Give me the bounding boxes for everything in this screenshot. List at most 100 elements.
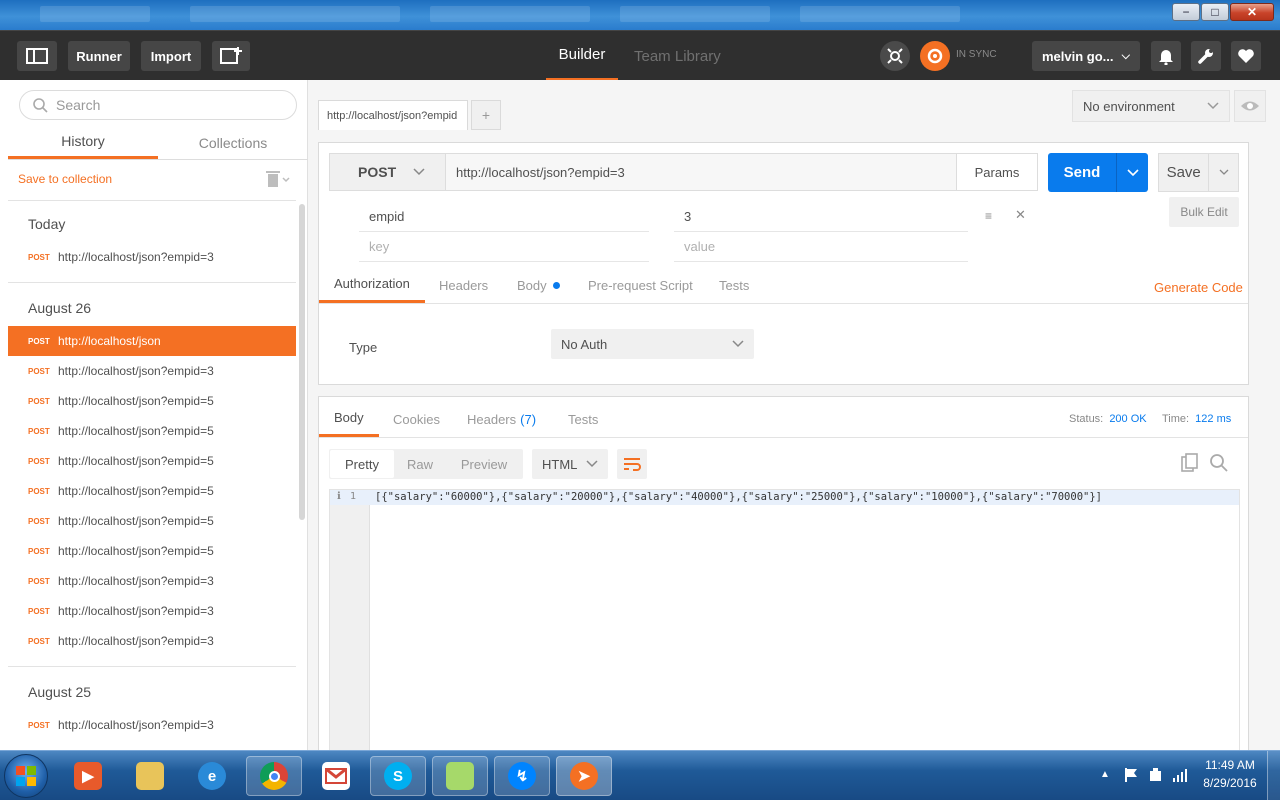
user-menu[interactable]: melvin go... ⌵ (1032, 41, 1140, 71)
history-item[interactable]: POST http://localhost/json?empid=5 (8, 386, 296, 416)
sync-status: IN SYNC (956, 49, 997, 60)
divider (359, 231, 649, 232)
search-icon (33, 98, 48, 113)
tab-collections[interactable]: Collections (158, 126, 308, 159)
close-button[interactable]: ✕ (1230, 3, 1274, 21)
params-button[interactable]: Params (956, 153, 1038, 191)
wrap-lines-button[interactable] (617, 449, 647, 479)
clear-history-button[interactable] (266, 170, 290, 191)
view-pretty-button[interactable]: Pretty (330, 450, 394, 478)
taskbar-gmail[interactable] (308, 756, 364, 796)
response-editor[interactable]: ℹ 1 [{"salary":"60000"},{"salary":"20000… (329, 489, 1240, 752)
sidebar-icon (26, 48, 48, 64)
sync-button[interactable] (920, 41, 950, 71)
show-hidden-icons[interactable]: ▲ (1100, 769, 1110, 780)
mail-icon (322, 762, 350, 790)
history-item[interactable]: POST http://localhost/json?empid=3 (8, 710, 296, 740)
taskbar-media-player[interactable]: ▶ (60, 756, 116, 796)
generate-code-link[interactable]: Generate Code (1154, 280, 1243, 295)
tab-history[interactable]: History (8, 126, 158, 159)
search-input[interactable]: Search (19, 90, 297, 120)
taskbar-file-explorer[interactable] (122, 756, 178, 796)
response-tab-tests[interactable]: Tests (568, 401, 598, 437)
new-window-icon (220, 47, 242, 64)
param-value-placeholder[interactable]: value (684, 239, 715, 254)
tab-tests[interactable]: Tests (719, 267, 749, 303)
quick-look-button[interactable] (1234, 90, 1266, 122)
environment-select[interactable]: No environment (1072, 90, 1230, 122)
show-desktop-button[interactable] (1267, 751, 1280, 800)
method-select[interactable]: POST (329, 153, 446, 191)
action-center-icon[interactable] (1124, 767, 1138, 786)
bulk-edit-button[interactable]: Bulk Edit (1169, 197, 1239, 227)
save-to-collection-link[interactable]: Save to collection (18, 172, 112, 186)
response-tab-body[interactable]: Body (319, 401, 379, 437)
bell-icon (1159, 50, 1173, 65)
request-tab[interactable]: http://localhost/json?empid (318, 100, 468, 130)
history-item[interactable]: POST http://localhost/json?empid=3 (8, 242, 296, 272)
response-tab-headers[interactable]: Headers (7) (467, 401, 536, 437)
drag-handle-icon[interactable]: ≡ (985, 209, 992, 223)
history-item[interactable]: POST http://localhost/json?empid=5 (8, 416, 296, 446)
start-button[interactable] (4, 754, 48, 798)
history-item[interactable]: POST http://localhost/json?empid=3 (8, 626, 296, 656)
send-button[interactable]: Send (1048, 153, 1148, 192)
response-tab-cookies[interactable]: Cookies (393, 401, 440, 437)
save-options-button[interactable] (1208, 154, 1238, 191)
interceptor-button[interactable] (880, 41, 910, 71)
notifications-button[interactable] (1151, 41, 1181, 71)
tab-body[interactable]: Body (517, 267, 560, 303)
toggle-sidebar-button[interactable] (17, 41, 57, 71)
history-item[interactable]: POST http://localhost/json?empid=5 (8, 506, 296, 536)
background-tab-ghost (620, 6, 770, 22)
taskbar-messenger[interactable]: ↯ (494, 756, 550, 796)
param-key[interactable]: empid (369, 209, 404, 224)
runner-button[interactable]: Runner (68, 41, 130, 71)
tab-headers[interactable]: Headers (439, 267, 488, 303)
taskbar-postman[interactable]: ➤ (556, 756, 612, 796)
clock-date[interactable]: 8/29/2016 (1196, 776, 1264, 790)
line-number: 1 (350, 491, 357, 502)
background-tab-ghost (190, 6, 400, 22)
tab-builder[interactable]: Builder (546, 31, 618, 81)
history-item[interactable]: POST http://localhost/json?empid=5 (8, 536, 296, 566)
minimize-button[interactable]: − (1172, 3, 1200, 21)
clock-time[interactable]: 11:49 AM (1200, 758, 1260, 772)
view-preview-button[interactable]: Preview (446, 457, 522, 472)
sidebar-scrollbar[interactable] (299, 204, 305, 520)
history-item[interactable]: POST http://localhost/json?empid=5 (8, 476, 296, 506)
copy-response-button[interactable] (1181, 453, 1199, 476)
taskbar-internet-explorer[interactable]: e (184, 756, 240, 796)
url-input[interactable]: http://localhost/json?empid=3 (445, 153, 957, 191)
taskbar-chrome[interactable] (246, 756, 302, 796)
tab-authorization[interactable]: Authorization (319, 267, 425, 303)
taskbar-skype[interactable]: S (370, 756, 426, 796)
history-item[interactable]: POST http://localhost/json?empid=3 (8, 596, 296, 626)
auth-type-select[interactable]: No Auth (551, 329, 754, 359)
settings-button[interactable] (1191, 41, 1221, 71)
taskbar-notepad-plus[interactable] (432, 756, 488, 796)
history-item[interactable]: POST http://localhost/json?empid=5 (8, 446, 296, 476)
new-tab-button[interactable]: + (471, 100, 501, 130)
tab-team-library[interactable]: Team Library (634, 31, 721, 81)
network-icon[interactable] (1172, 767, 1188, 786)
new-window-button[interactable] (212, 41, 250, 71)
favorites-button[interactable] (1231, 41, 1261, 71)
history-item[interactable]: POST http://localhost/json?empid=3 (8, 356, 296, 386)
search-response-button[interactable] (1209, 453, 1229, 476)
history-item[interactable]: POST http://localhost/json?empid=3 (8, 566, 296, 596)
import-button[interactable]: Import (141, 41, 201, 71)
format-select[interactable]: HTML (532, 449, 608, 479)
history-item-selected[interactable]: POST http://localhost/json (8, 326, 296, 356)
param-value[interactable]: 3 (684, 209, 691, 224)
save-button[interactable]: Save (1158, 153, 1239, 192)
delete-param-icon[interactable]: ✕ (1015, 207, 1026, 223)
param-key-placeholder[interactable]: key (369, 239, 389, 254)
view-raw-button[interactable]: Raw (394, 457, 446, 472)
power-icon[interactable] (1148, 767, 1164, 786)
divider (8, 282, 296, 283)
fold-icon[interactable]: ℹ (337, 491, 341, 502)
maximize-button[interactable]: □ (1201, 3, 1229, 21)
tab-pre-request-script[interactable]: Pre-request Script (588, 267, 693, 303)
send-options-button[interactable] (1116, 153, 1148, 192)
